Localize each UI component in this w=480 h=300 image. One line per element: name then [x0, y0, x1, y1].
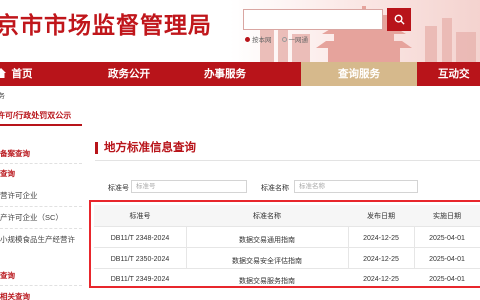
- divider: [0, 285, 82, 286]
- sidebar-item-query[interactable]: 查询: [0, 168, 82, 179]
- nav-item-gov-affairs[interactable]: 政务公开: [90, 62, 168, 86]
- sidebar-header: 许可/行政处罚双公示: [0, 104, 82, 126]
- std-no-input[interactable]: [131, 180, 247, 193]
- divider: [0, 228, 82, 229]
- radio-icon: [281, 36, 287, 42]
- sidebar-item-related-query[interactable]: 相关查询: [0, 291, 82, 300]
- title-divider: [95, 160, 480, 161]
- sidebar-item-small-food[interactable]: 小规模食品生产经营许: [0, 234, 82, 245]
- site-header: 京市市场监督管理局 按本网 一网通: [0, 0, 480, 62]
- sidebar: 许可/行政处罚双公示 备案查询 查询 营许可企业 产许可企业（SC） 小规模食品…: [0, 104, 82, 300]
- nav-item-interaction[interactable]: 互动交: [438, 62, 480, 86]
- breadcrumb: 务: [0, 93, 5, 100]
- search-icon: [394, 14, 405, 25]
- sidebar-item-query-2[interactable]: 查询: [0, 270, 82, 281]
- divider: [0, 206, 82, 207]
- nav-item-query-services[interactable]: 查询服务: [301, 62, 417, 86]
- sidebar-item-business-license[interactable]: 营许可企业: [0, 190, 82, 201]
- main-nav: 首页 政务公开 办事服务 查询服务 互动交: [0, 62, 480, 86]
- std-name-label: 标准名称: [261, 185, 289, 192]
- radio-icon: [245, 36, 250, 42]
- sidebar-header-label: 许可/行政处罚双公示: [0, 111, 72, 120]
- nav-item-services[interactable]: 办事服务: [186, 62, 264, 86]
- sidebar-item-production-license[interactable]: 产许可企业（SC）: [0, 212, 82, 223]
- scope-option-site[interactable]: 按本网: [245, 34, 272, 44]
- search-button[interactable]: [387, 8, 411, 31]
- page-title: 地方标准信息查询: [95, 142, 196, 154]
- sidebar-item-filing-query[interactable]: 备案查询: [0, 148, 82, 159]
- nav-item-home[interactable]: 首页: [2, 62, 42, 86]
- page: 京市市场监督管理局 按本网 一网通 首页 政务公开 办事服务 查询服务 互动交 …: [0, 0, 480, 300]
- highlight-frame: [89, 200, 480, 288]
- divider: [0, 163, 82, 164]
- site-title: 京市市场监督管理局: [0, 12, 212, 38]
- search-scope: 按本网 一网通: [245, 34, 308, 44]
- std-name-input[interactable]: [294, 180, 418, 193]
- search-input[interactable]: [243, 9, 383, 30]
- scope-option-all[interactable]: 一网通: [281, 34, 308, 44]
- std-no-label: 标准号: [108, 185, 129, 192]
